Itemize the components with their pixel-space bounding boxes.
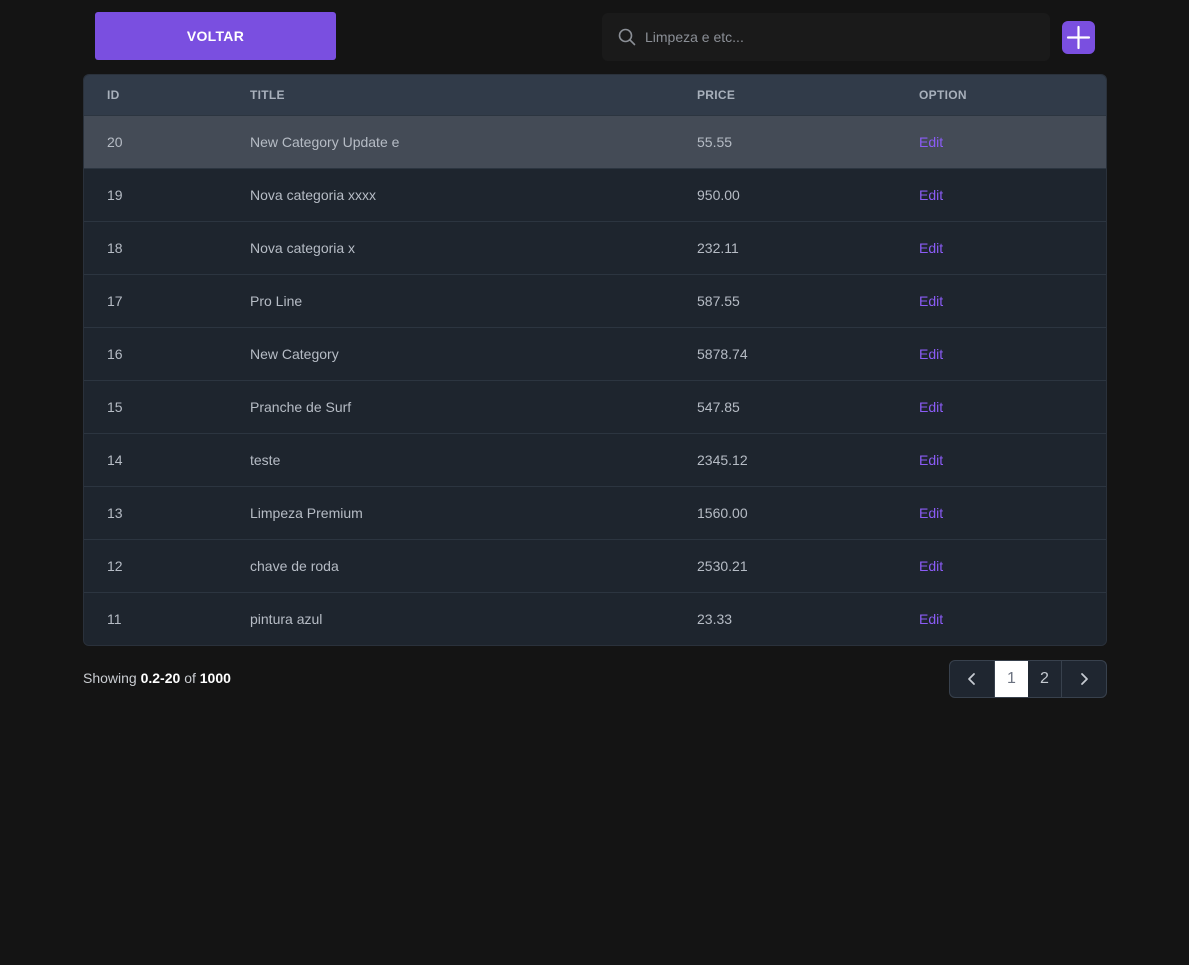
cell-price: 2345.12	[697, 451, 748, 468]
cell-title: teste	[250, 451, 281, 468]
chevron-left-icon	[968, 673, 975, 685]
cell-title: Limpeza Premium	[250, 504, 363, 521]
table-row[interactable]: 14 teste 2345.12 Edit	[84, 433, 1106, 486]
edit-link[interactable]: Edit	[919, 380, 1106, 433]
table-row[interactable]: 20 New Category Update e 55.55 Edit	[84, 115, 1106, 168]
search-icon	[618, 28, 636, 46]
cell-title: Nova categoria x	[250, 239, 356, 256]
cell-price: 587.55	[697, 292, 740, 309]
table-header-row: ID TITLE PRICE OPTION	[84, 75, 1106, 115]
cell-id: 14	[107, 451, 123, 468]
chevron-right-icon	[1081, 673, 1088, 685]
table-row[interactable]: 15 Pranche de Surf 547.85 Edit	[84, 380, 1106, 433]
table-row[interactable]: 17 Pro Line 587.55 Edit	[84, 274, 1106, 327]
cell-price: 950.00	[697, 186, 740, 203]
column-header-option: OPTION	[919, 87, 967, 102]
plus-icon	[1066, 25, 1091, 50]
add-button[interactable]	[1062, 21, 1095, 54]
table-row[interactable]: 11 pintura azul 23.33 Edit	[84, 592, 1106, 645]
cell-price: 5878.74	[697, 345, 748, 362]
search-input[interactable]	[645, 13, 1040, 61]
cell-id: 17	[107, 292, 123, 309]
cell-title: Pranche de Surf	[250, 398, 352, 415]
cell-id: 13	[107, 504, 123, 521]
cell-id: 11	[107, 610, 122, 627]
table-row[interactable]: 18 Nova categoria x 232.11 Edit	[84, 221, 1106, 274]
edit-link[interactable]: Edit	[919, 486, 1106, 539]
column-header-id: ID	[107, 87, 120, 102]
table-row[interactable]: 19 Nova categoria xxxx 950.00 Edit	[84, 168, 1106, 221]
categories-table: ID TITLE PRICE OPTION 20 New Category Up…	[83, 74, 1107, 646]
cell-price: 1560.00	[697, 504, 748, 521]
search-box	[602, 13, 1050, 61]
table-row[interactable]: 12 chave de roda 2530.21 Edit	[84, 539, 1106, 592]
top-toolbar: VOLTAR	[0, 0, 1189, 74]
cell-title: Pro Line	[250, 292, 303, 309]
of-label: of	[184, 670, 196, 686]
edit-link[interactable]: Edit	[919, 168, 1106, 221]
edit-link[interactable]: Edit	[919, 592, 1106, 645]
cell-price: 23.33	[697, 610, 733, 627]
table-row[interactable]: 13 Limpeza Premium 1560.00 Edit	[84, 486, 1106, 539]
cell-id: 18	[107, 239, 123, 256]
results-summary: Showing 0.2-20 of 1000	[83, 670, 231, 686]
pagination: 1 2	[949, 660, 1107, 698]
cell-price: 2530.21	[697, 557, 748, 574]
column-header-price: PRICE	[697, 87, 736, 102]
cell-title: New Category Update e	[250, 133, 400, 150]
results-range: 0.2-20	[140, 670, 181, 686]
cell-price: 55.55	[697, 133, 733, 150]
page-1-button[interactable]: 1	[995, 661, 1028, 697]
results-total: 1000	[199, 670, 231, 686]
cell-id: 19	[107, 186, 123, 203]
cell-title: pintura azul	[250, 610, 323, 627]
edit-link[interactable]: Edit	[919, 221, 1106, 274]
cell-id: 16	[107, 345, 123, 362]
page-2-button[interactable]: 2	[1028, 661, 1061, 697]
showing-label: Showing	[83, 670, 137, 686]
next-page-button[interactable]	[1061, 661, 1106, 697]
cell-title: Nova categoria xxxx	[250, 186, 377, 203]
edit-link[interactable]: Edit	[919, 539, 1106, 592]
table-row[interactable]: 16 New Category 5878.74 Edit	[84, 327, 1106, 380]
edit-link[interactable]: Edit	[919, 327, 1106, 380]
back-button[interactable]: VOLTAR	[95, 12, 336, 60]
cell-price: 232.11	[697, 239, 739, 256]
edit-link[interactable]: Edit	[919, 274, 1106, 327]
previous-page-button[interactable]	[950, 661, 995, 697]
cell-id: 15	[107, 398, 123, 415]
cell-title: New Category	[250, 345, 339, 362]
edit-link[interactable]: Edit	[919, 433, 1106, 486]
cell-id: 12	[107, 557, 123, 574]
cell-id: 20	[107, 133, 123, 150]
column-header-title: TITLE	[250, 87, 285, 102]
cell-price: 547.85	[697, 398, 740, 415]
cell-title: chave de roda	[250, 557, 339, 574]
edit-link[interactable]: Edit	[919, 115, 1106, 168]
